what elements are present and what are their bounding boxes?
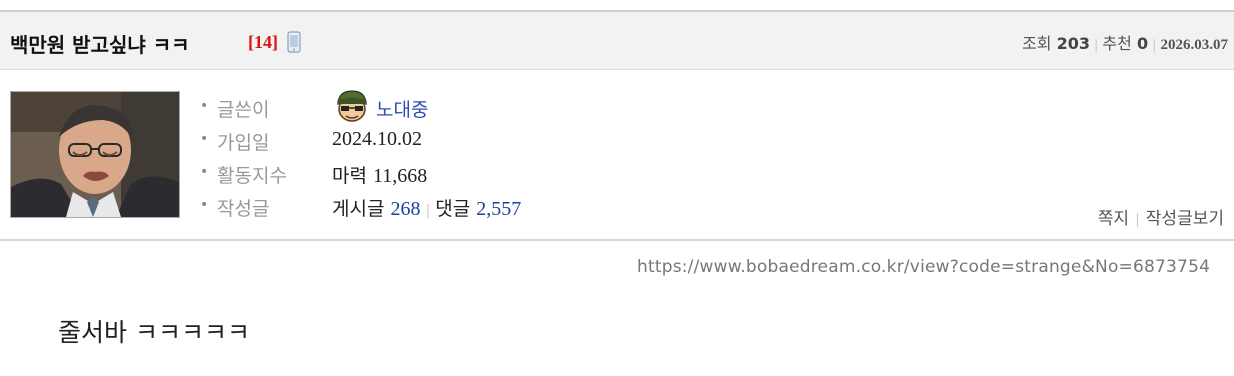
divider: |	[1135, 212, 1140, 228]
writer-label: 글쓴이	[217, 99, 270, 121]
bullet-icon: •	[200, 131, 209, 147]
divider: |	[1152, 38, 1157, 53]
bullet-icon: •	[200, 98, 209, 114]
info-row-activity: • 활동지수 마력 11,668	[200, 157, 800, 190]
recommend-label: 추천	[1102, 34, 1132, 53]
info-row-posts: • 작성글 게시글 268 | 댓글 2,557	[200, 190, 800, 223]
message-link[interactable]: 쪽지	[1098, 209, 1129, 229]
profile-actions: 쪽지 | 작성글보기	[1098, 204, 1224, 229]
info-row-joined: • 가입일 2024.10.02	[200, 124, 800, 157]
post-meta: 조회 203 | 추천 0 | 2026.03.07	[1022, 30, 1228, 54]
joined-label: 가입일	[217, 132, 270, 154]
author-photo-image	[11, 92, 179, 217]
posts-prefix: 게시글	[332, 198, 385, 220]
recommend-count: 0	[1136, 34, 1149, 53]
bullet-icon: •	[200, 197, 209, 213]
bullet-icon: •	[200, 164, 209, 180]
comments-prefix: 댓글	[435, 198, 471, 220]
posts-count[interactable]: 268	[391, 198, 421, 220]
author-nickname[interactable]: 노대중	[376, 95, 428, 122]
views-label: 조회	[1022, 34, 1052, 53]
post-title: 백만원 받고싶냐 ㅋㅋ	[10, 33, 190, 57]
divider: |	[1094, 38, 1099, 53]
author-photo[interactable]	[10, 91, 180, 218]
post-body: 줄서바 ㅋㅋㅋㅋㅋ	[58, 318, 250, 347]
joined-date: 2024.10.02	[332, 128, 422, 150]
activity-prefix: 마력	[332, 165, 367, 187]
author-info-list: • 글쓴이 노대중 • 가입일 2024.10.02 • 활동지수 마력 11,…	[200, 90, 800, 223]
posts-value: 게시글 268 | 댓글 2,557	[332, 194, 521, 221]
comments-count[interactable]: 2,557	[476, 198, 521, 220]
post-header: 백만원 받고싶냐 ㅋㅋ [14] 조회 203 | 추천 0 | 2026.03.07	[0, 10, 1234, 70]
posts-label: 작성글	[217, 198, 270, 220]
activity-label: 활동지수	[217, 165, 287, 187]
activity-value: 마력 11,668	[332, 161, 427, 188]
info-row-writer: • 글쓴이 노대중	[200, 90, 800, 124]
post-url[interactable]: https://www.bobaedream.co.kr/view?code=s…	[637, 257, 1210, 277]
divider: |	[425, 203, 431, 219]
views-count: 203	[1056, 34, 1091, 53]
mobile-phone-icon	[287, 31, 301, 53]
reply-count[interactable]: [14]	[248, 32, 278, 53]
author-profile: • 글쓴이 노대중 • 가입일 2024.10.02 • 활동지수 마력 11,…	[0, 71, 1234, 241]
post-date: 2026.03.07	[1160, 37, 1229, 53]
activity-number: 11,668	[373, 165, 428, 187]
soldier-level-icon	[337, 90, 367, 122]
view-posts-link[interactable]: 작성글보기	[1146, 209, 1224, 229]
